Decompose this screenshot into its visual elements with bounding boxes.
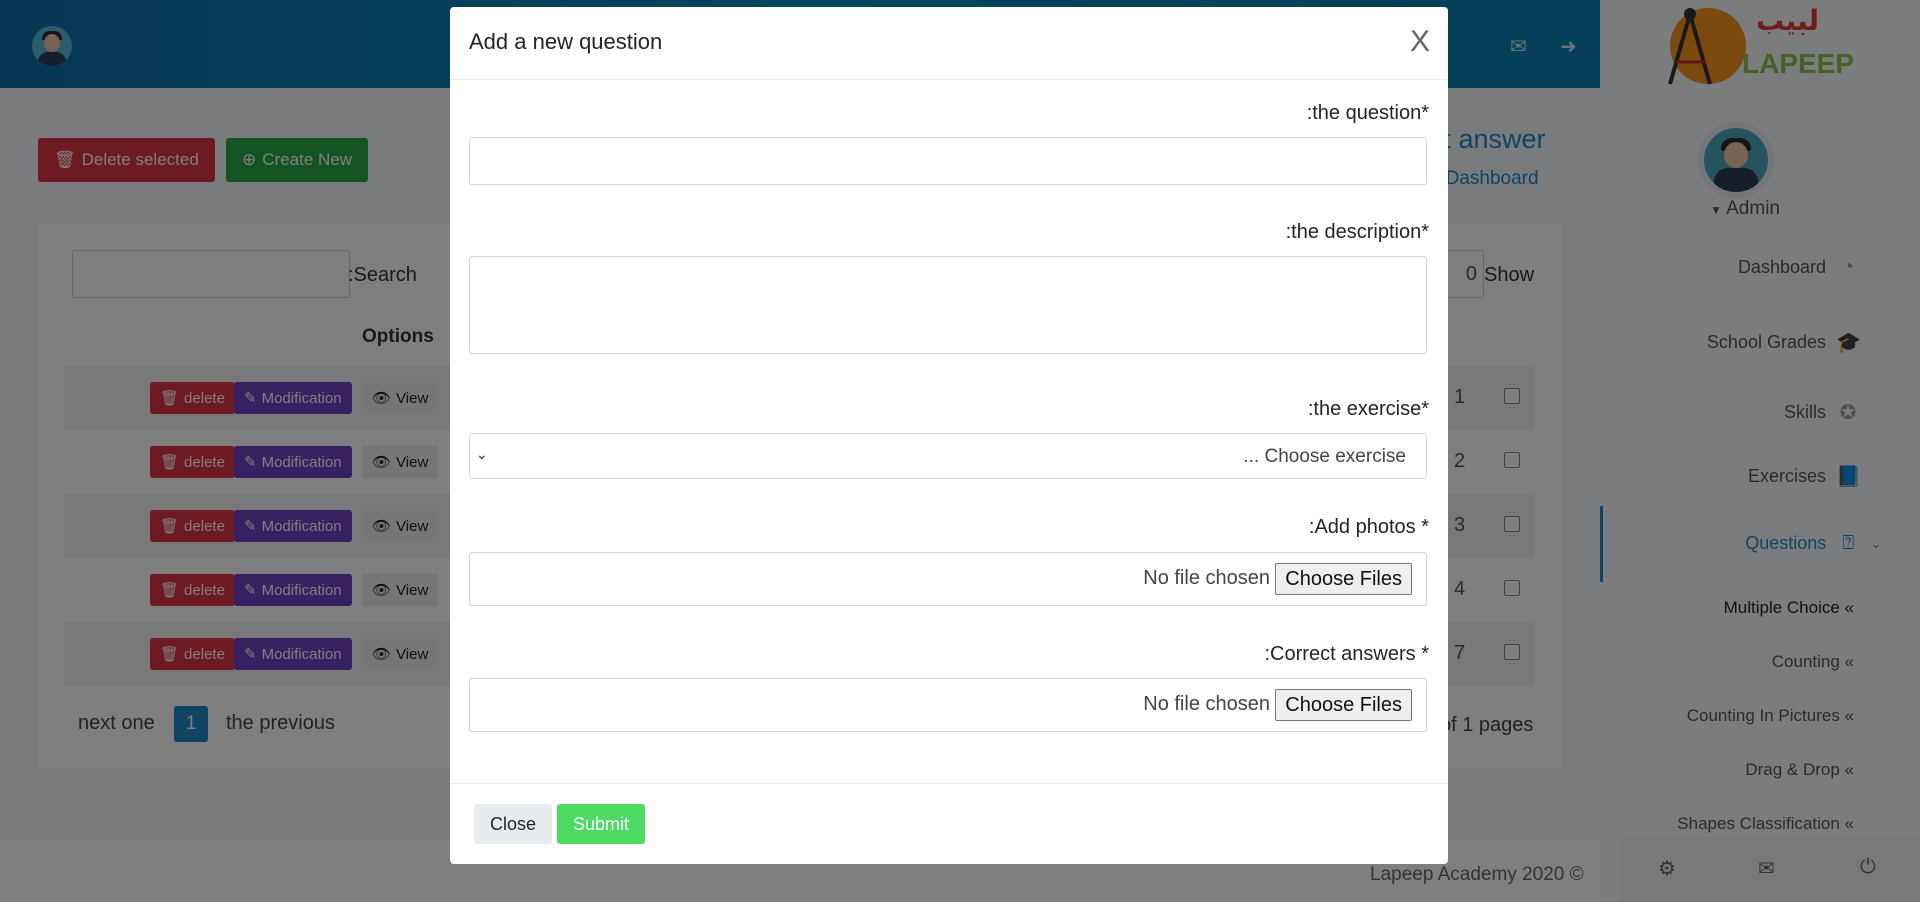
add-question-modal: Add a new question X :the question* :the… — [450, 7, 1448, 864]
answers-file-status: No file chosen — [1143, 693, 1270, 715]
exercise-select[interactable]: ⌄ ... Choose exercise — [469, 433, 1427, 479]
correct-answers-file-input[interactable]: No file chosen Choose Files — [469, 678, 1427, 732]
submit-button[interactable]: Submit — [557, 804, 646, 844]
exercise-label: :the exercise* — [1307, 398, 1429, 420]
photos-file-input[interactable]: No file chosen Choose Files — [469, 552, 1427, 606]
photos-file-status: No file chosen — [1143, 567, 1270, 589]
close-button[interactable]: Close — [474, 804, 553, 844]
correct-answers-label: :Correct answers * — [1264, 643, 1430, 665]
modal-header: Add a new question X — [450, 7, 1448, 80]
exercise-select-value: ... Choose exercise — [1243, 446, 1406, 467]
modal-footer: Close Submit — [450, 783, 1448, 864]
photos-label: :Add photos * — [1308, 516, 1429, 538]
close-icon[interactable]: X — [1410, 25, 1430, 59]
modal-title: Add a new question — [469, 29, 663, 54]
chevron-down-icon: ⌄ — [476, 446, 488, 462]
question-input[interactable] — [469, 137, 1427, 185]
question-label: :the question* — [1306, 102, 1429, 124]
photos-choose-files-button[interactable]: Choose Files — [1275, 563, 1412, 595]
description-label: :the description* — [1285, 221, 1429, 243]
answers-choose-files-button[interactable]: Choose Files — [1275, 689, 1412, 721]
description-textarea[interactable] — [469, 256, 1427, 354]
